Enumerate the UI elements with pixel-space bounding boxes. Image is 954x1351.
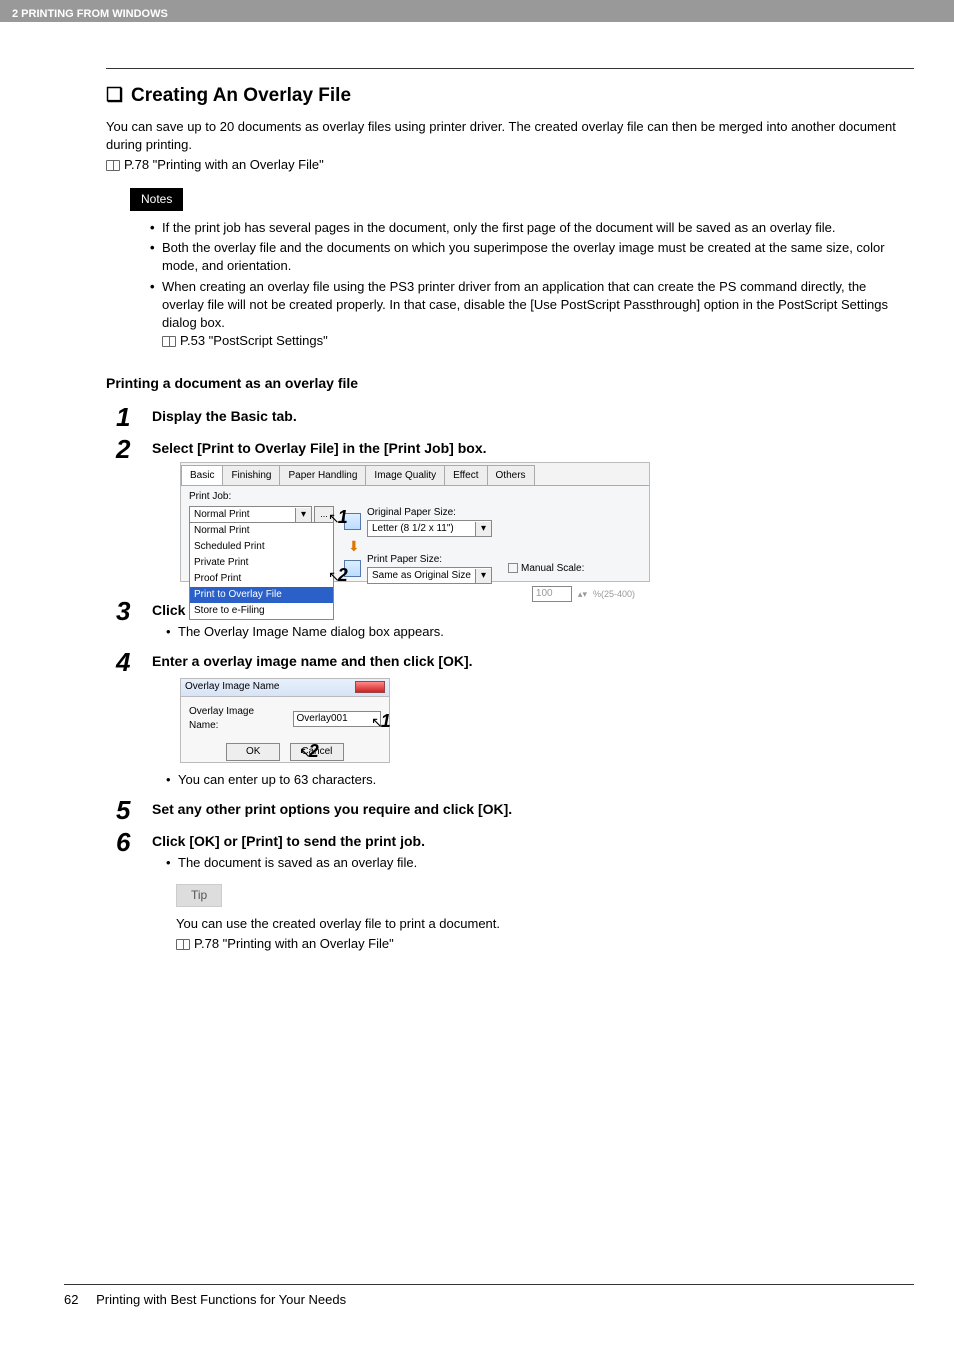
dropdown-option[interactable]: Proof Print: [190, 571, 333, 587]
callout-number: 2: [309, 741, 319, 761]
book-icon: [106, 160, 120, 171]
dropdown-option[interactable]: Private Print: [190, 555, 333, 571]
section-heading: Creating An Overlay File: [131, 83, 351, 110]
step-detail: You can enter up to 63 characters.: [166, 771, 914, 789]
print-paper-size-select[interactable]: Same as Original Size▾: [367, 567, 492, 584]
note-item: Both the overlay file and the documents …: [150, 239, 910, 275]
chevron-down-icon: ▾: [475, 569, 491, 583]
tab-strip: Basic Finishing Paper Handling Image Qua…: [181, 463, 649, 486]
chevron-down-icon: ▾: [295, 508, 311, 522]
callout-number: 1: [338, 507, 348, 527]
overlay-name-dialog-screenshot: Overlay Image Name Overlay Image Name: O…: [180, 678, 390, 763]
step-title: Select [Print to Overlay File] in the [P…: [152, 439, 914, 459]
close-icon[interactable]: [355, 681, 385, 693]
print-job-label: Print Job:: [189, 490, 649, 504]
print-job-dropdown: Normal Print Scheduled Print Private Pri…: [189, 522, 334, 620]
original-paper-size-select[interactable]: Letter (8 1/2 x 11")▾: [367, 520, 492, 537]
step-detail: The Overlay Image Name dialog box appear…: [166, 623, 914, 641]
manual-scale-checkbox[interactable]: [508, 563, 518, 573]
overlay-name-input[interactable]: Overlay001: [293, 711, 381, 727]
subsection-heading: Printing a document as an overlay file: [106, 374, 914, 394]
original-paper-size-label: Original Paper Size:: [367, 506, 492, 520]
dropdown-option-selected[interactable]: Print to Overlay File: [190, 587, 333, 603]
tip-reference[interactable]: P.78 "Printing with an Overlay File": [176, 935, 914, 953]
header-bar: 2 PRINTING FROM WINDOWS: [0, 0, 954, 22]
tab-basic[interactable]: Basic: [181, 465, 223, 485]
callout-number: 1: [381, 711, 391, 731]
note-item: When creating an overlay file using the …: [150, 278, 910, 351]
ok-button[interactable]: OK: [226, 743, 280, 761]
dropdown-option[interactable]: Scheduled Print: [190, 539, 333, 555]
step-title: Enter a overlay image name and then clic…: [152, 652, 914, 672]
arrow-down-icon: ⬇: [348, 539, 641, 553]
footer-section: Printing with Best Functions for Your Ne…: [96, 1292, 346, 1307]
page-footer: 62 Printing with Best Functions for Your…: [64, 1284, 914, 1309]
page-number: 62: [64, 1291, 78, 1309]
tab-others[interactable]: Others: [487, 465, 535, 485]
step-title: Click [OK] or [Print] to send the print …: [152, 832, 914, 852]
dialog-title: Overlay Image Name: [185, 680, 279, 694]
dropdown-option[interactable]: Store to e-Filing: [190, 603, 333, 619]
step-number: 6: [116, 829, 138, 955]
intro-paragraph: You can save up to 20 documents as overl…: [106, 118, 914, 154]
step-number: 2: [116, 436, 138, 593]
tip-text: You can use the created overlay file to …: [176, 915, 914, 933]
step-number: 3: [116, 598, 138, 643]
book-icon: [176, 939, 190, 950]
notes-label: Notes: [130, 188, 183, 211]
manual-scale-label: Manual Scale:: [508, 562, 584, 576]
tab-paper-handling[interactable]: Paper Handling: [279, 465, 366, 485]
step-title: Set any other print options you require …: [152, 800, 914, 820]
print-paper-size-label: Print Paper Size:: [367, 553, 492, 567]
step-number: 4: [116, 649, 138, 791]
step-number: 1: [116, 404, 138, 430]
step-title: Display the Basic tab.: [152, 407, 914, 427]
dropdown-option[interactable]: Normal Print: [190, 523, 333, 539]
print-driver-screenshot: Basic Finishing Paper Handling Image Qua…: [180, 462, 650, 582]
note-ref[interactable]: P.53 "PostScript Settings": [180, 333, 328, 348]
tip-label: Tip: [176, 884, 222, 907]
overlay-name-label: Overlay Image Name:: [189, 705, 285, 733]
scale-range-label: %(25-400): [593, 588, 635, 601]
reference-link-1[interactable]: P.78 "Printing with an Overlay File": [106, 156, 914, 174]
dialog-titlebar: Overlay Image Name: [181, 679, 389, 697]
chapter-title: 2 PRINTING FROM WINDOWS: [12, 8, 168, 20]
tab-image-quality[interactable]: Image Quality: [365, 465, 445, 485]
print-job-combo[interactable]: Normal Print▾: [189, 506, 312, 523]
notes-list: If the print job has several pages in th…: [150, 219, 914, 350]
note-item: If the print job has several pages in th…: [150, 219, 910, 237]
top-rule: [106, 68, 914, 69]
h2-bullet: ❏: [106, 83, 123, 110]
tab-effect[interactable]: Effect: [444, 465, 487, 485]
callout-number: 2: [338, 565, 348, 585]
step-detail: The document is saved as an overlay file…: [166, 854, 914, 872]
book-icon: [162, 336, 176, 347]
manual-scale-input[interactable]: 100: [532, 586, 572, 602]
step-number: 5: [116, 797, 138, 823]
chevron-down-icon: ▾: [475, 522, 491, 536]
tab-finishing[interactable]: Finishing: [222, 465, 280, 485]
